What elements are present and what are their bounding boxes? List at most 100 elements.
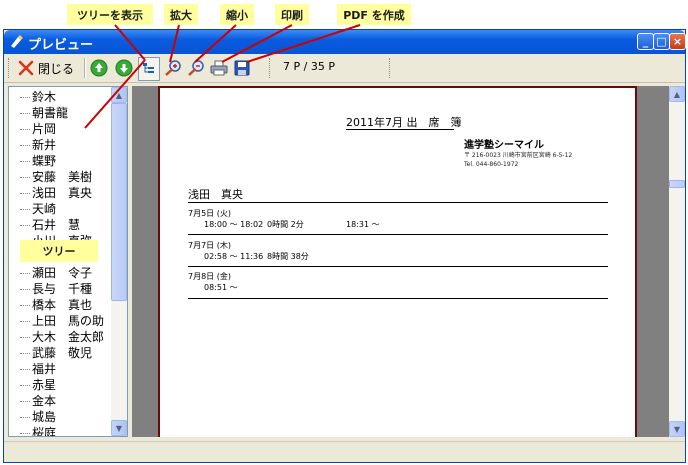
window-title: プレビュー — [28, 38, 94, 53]
print-button[interactable] — [210, 57, 228, 79]
tree-item[interactable]: 大木 金太郎 — [9, 329, 104, 345]
tree-item[interactable]: 新井 — [9, 137, 56, 153]
toolbar-grip-3[interactable] — [389, 58, 393, 78]
entry-date: 7月7日 (木) — [188, 241, 231, 250]
entry-date: 7月5日 (火) — [188, 209, 231, 218]
tree-item[interactable]: 天崎 — [9, 201, 56, 217]
tree-connector — [20, 337, 30, 338]
toolbar-grip-2[interactable] — [269, 58, 273, 78]
arrow-down-icon — [115, 59, 133, 77]
tree-item-label: 武藤 敬児 — [32, 346, 93, 360]
document-page: 2011年7月 出 席 簿 進学塾シーマイル 〒 216-0023 川崎市宮前区… — [158, 86, 637, 437]
tree-connector — [20, 161, 30, 162]
close-button[interactable]: 閉じる — [18, 57, 74, 79]
toolbar-grip[interactable] — [8, 58, 12, 78]
preview-window: プレビュー _ □ × 閉じる 7 P / 35 P 鈴木 朝書龍 片岡 新井 … — [3, 29, 686, 463]
tree-item-label: 福井 — [32, 362, 57, 376]
entry-time: 02:58 ～ 11:36 — [204, 252, 264, 261]
scroll-down-arrow-icon[interactable]: ▼ — [111, 420, 127, 436]
tree-item-label: 赤星 — [32, 378, 57, 392]
callout-zoom-in: 拡大 — [164, 4, 198, 25]
entry-time: 18:00 ～ 18:02 — [204, 220, 264, 229]
divider — [188, 234, 608, 235]
tree-item[interactable]: 城島 — [9, 409, 56, 425]
tree-item[interactable]: 福井 — [9, 361, 56, 377]
company-name: 進学塾シーマイル — [464, 140, 544, 151]
tree-connector — [20, 225, 30, 226]
entry-duration: 0時間 2分 — [267, 220, 304, 229]
tree-connector — [20, 417, 30, 418]
title-bar[interactable]: プレビュー _ □ × — [4, 30, 686, 54]
title-underline — [346, 129, 454, 130]
tree-item[interactable]: 朝書龍 — [9, 105, 68, 121]
tree-item[interactable]: 橋本 真也 — [9, 297, 92, 313]
tree-item[interactable]: 石井 慧 — [9, 217, 80, 233]
entry-date: 7月8日 (金) — [188, 272, 231, 281]
tree-item-label: 石井 慧 — [32, 218, 81, 232]
tree-item-label: 上田 馬の助 — [32, 314, 105, 328]
close-label: 閉じる — [38, 61, 75, 76]
tree-connector — [20, 289, 30, 290]
tree-item[interactable]: 片岡 — [9, 121, 56, 137]
zoom-out-button[interactable] — [187, 57, 205, 79]
close-window-button[interactable]: × — [669, 33, 686, 50]
scroll-down-arrow-icon[interactable]: ▼ — [669, 421, 685, 437]
preview-scrollbar[interactable]: ▲ ▼ — [669, 86, 685, 437]
printer-icon — [210, 60, 228, 76]
page-indicator: 7 P / 35 P — [283, 60, 335, 73]
tree-item[interactable]: 鈴木 — [9, 89, 56, 105]
tree-connector — [20, 401, 30, 402]
tree-toggle-button[interactable] — [138, 57, 160, 81]
divider — [188, 202, 608, 203]
tree-item[interactable]: 長与 千種 — [9, 281, 92, 297]
scroll-up-arrow-icon[interactable]: ▲ — [669, 86, 685, 102]
toolbar-separator — [84, 58, 86, 78]
tree-item-label: 鈴木 — [32, 90, 57, 104]
tree-item-label: 片岡 — [32, 122, 57, 136]
tree-connector — [20, 385, 30, 386]
tree-view-icon — [143, 63, 154, 73]
tree-item[interactable]: 蝶野 — [9, 153, 56, 169]
callout-tree-toggle: ツリーを表示 — [67, 4, 153, 25]
tree-item[interactable]: 武藤 敬児 — [9, 345, 92, 361]
tree-connector — [20, 353, 30, 354]
next-page-button[interactable] — [115, 57, 133, 79]
zoom-in-button[interactable] — [164, 57, 182, 79]
entry-extra: 18:31 ～ — [346, 220, 380, 229]
maximize-button[interactable]: □ — [653, 33, 670, 50]
tree-connector — [20, 145, 30, 146]
tree-item[interactable]: 赤星 — [9, 377, 56, 393]
address-line: 〒 216-0023 川崎市宮前区宮崎 6-5-12 — [464, 152, 573, 159]
zoom-out-icon — [188, 60, 204, 76]
tree-connector — [20, 433, 30, 434]
tree-connector — [20, 113, 30, 114]
callout-print: 印刷 — [275, 4, 309, 25]
scroll-up-arrow-icon[interactable]: ▲ — [111, 87, 127, 103]
tree-item[interactable]: 浅田 真央 — [9, 185, 92, 201]
tree-item[interactable]: 金本 — [9, 393, 56, 409]
minimize-button[interactable]: _ — [637, 33, 654, 50]
tree-connector — [20, 129, 30, 130]
preview-area[interactable]: 2011年7月 出 席 簿 進学塾シーマイル 〒 216-0023 川崎市宮前区… — [132, 86, 669, 437]
tree-item[interactable]: 瀬田 令子 — [9, 265, 92, 281]
tree-item[interactable]: 上田 馬の助 — [9, 313, 104, 329]
zoom-in-icon — [165, 60, 181, 76]
scroll-thumb[interactable] — [669, 180, 685, 188]
close-x-icon — [18, 60, 34, 76]
tree-item-label: 蝶野 — [32, 154, 57, 168]
pdf-button[interactable] — [234, 57, 250, 79]
tree-scrollbar[interactable]: ▲ ▼ — [111, 87, 127, 436]
tree-item-label: 安藤 美樹 — [32, 170, 93, 184]
tree-connector — [20, 97, 30, 98]
scroll-thumb[interactable] — [111, 103, 127, 301]
app-icon — [11, 35, 23, 48]
prev-page-button[interactable] — [90, 57, 108, 79]
tree-item-label: 城島 — [32, 410, 57, 424]
tree-item[interactable]: 安藤 美樹 — [9, 169, 92, 185]
tree-connector — [20, 321, 30, 322]
tree-connector — [20, 305, 30, 306]
tree-connector — [20, 369, 30, 370]
status-bar — [4, 441, 685, 462]
tree-item[interactable]: 桜庭 — [9, 425, 56, 436]
tree-item-label: 天崎 — [32, 202, 57, 216]
